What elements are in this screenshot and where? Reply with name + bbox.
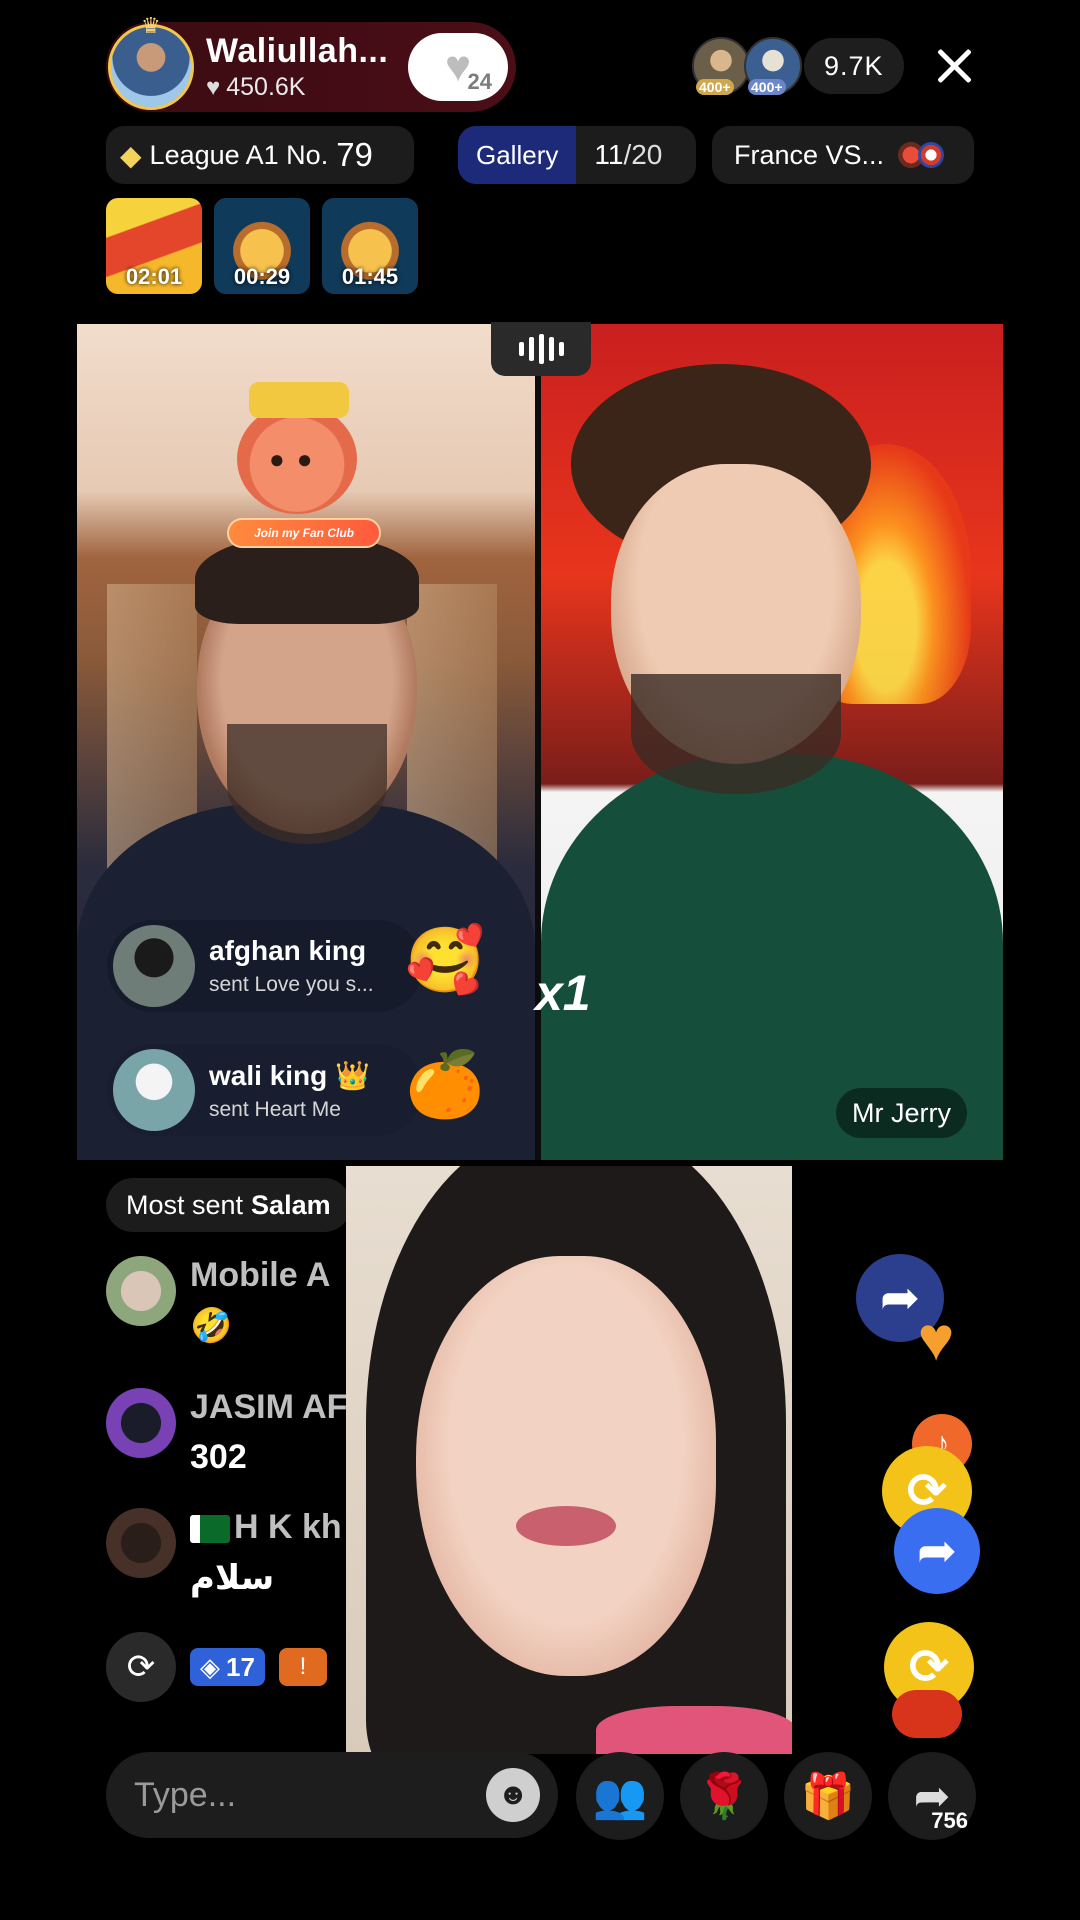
gift-sender: afghan king bbox=[209, 935, 367, 966]
guest-camera[interactable] bbox=[346, 1166, 792, 1754]
battle-area: ●● Join my Fan Club afghan king sent Lov… bbox=[77, 322, 1003, 1160]
treasure-chest[interactable]: 00:29 bbox=[214, 198, 310, 294]
gift-message: sent Heart Me bbox=[209, 1097, 341, 1121]
avatar[interactable] bbox=[106, 1256, 176, 1326]
share-button[interactable]: ➦ 756 bbox=[888, 1752, 976, 1840]
viewer-badge: 400+ bbox=[696, 79, 734, 95]
crown-icon: ♛ bbox=[141, 13, 161, 38]
comment-input[interactable] bbox=[134, 1775, 474, 1815]
gift-notification: wali king 👑 sent Heart Me 🍊 bbox=[107, 1044, 485, 1136]
heart-icon: ♥ bbox=[917, 1304, 955, 1374]
opponent-name-tag[interactable]: Mr Jerry bbox=[836, 1088, 967, 1138]
pakistan-flag-icon bbox=[190, 1515, 230, 1544]
chat-text: 🤣 bbox=[190, 1307, 233, 1345]
viewer-badge: 400+ bbox=[748, 79, 786, 95]
chat-username[interactable]: JASIM AF bbox=[190, 1388, 346, 1427]
host-likes-count: 450.6K bbox=[226, 73, 306, 101]
chat-username[interactable]: H K kh bbox=[190, 1508, 342, 1547]
fan-level-badge: ! bbox=[278, 1648, 327, 1686]
chest-timer: 02:01 bbox=[125, 264, 183, 289]
diamond-icon: ◆ bbox=[120, 139, 142, 171]
comment-box[interactable]: ☻ bbox=[106, 1752, 558, 1838]
team-flag-icon bbox=[918, 142, 945, 168]
chat-text: سلام bbox=[190, 1559, 275, 1597]
gift-message: sent Love you s... bbox=[209, 973, 374, 996]
gift-icon: 🎁 bbox=[800, 1772, 856, 1821]
treasure-chest[interactable]: 01:45 bbox=[322, 198, 418, 294]
follow-fan-button[interactable]: ♥ 24 bbox=[408, 33, 508, 101]
viewer-avatar[interactable]: 400+ bbox=[692, 37, 750, 95]
most-sent-label: Most sent bbox=[126, 1189, 244, 1220]
rose-gift-button[interactable]: 🌹 bbox=[680, 1752, 768, 1840]
team-flags bbox=[898, 142, 945, 168]
hug-heart-emoji-icon: 🥰 bbox=[405, 924, 485, 996]
emoji-icon[interactable]: ☻ bbox=[486, 1768, 540, 1822]
avatar bbox=[113, 925, 195, 1007]
most-sent-banner[interactable]: Most sent Salam bbox=[106, 1178, 351, 1232]
avatar[interactable] bbox=[106, 1388, 176, 1458]
host-name: Waliullah... bbox=[206, 32, 389, 70]
heart-icon: ♥ bbox=[206, 73, 221, 101]
gift-button[interactable]: 🎁 bbox=[784, 1752, 872, 1840]
treasure-chest[interactable]: 02:01 bbox=[106, 198, 202, 294]
host-likes: ♥ 450.6K bbox=[206, 73, 388, 102]
multi-guest-button[interactable]: 👥 bbox=[576, 1752, 664, 1840]
share-icon[interactable]: ➦ bbox=[894, 1508, 980, 1594]
chat-message[interactable]: H K kh سلام bbox=[106, 1508, 346, 1628]
share-count: 756 bbox=[931, 1808, 968, 1833]
match-badge[interactable]: France VS... bbox=[712, 126, 974, 184]
gift-notification: afghan king sent Love you s... 🥰 bbox=[107, 920, 485, 1012]
league-number: 79 bbox=[336, 136, 373, 173]
join-fan-club-button[interactable]: Join my Fan Club bbox=[227, 518, 381, 548]
host-avatar[interactable]: ♛ bbox=[108, 13, 194, 110]
gallery-badge[interactable]: Gallery 11/20 bbox=[458, 126, 696, 184]
mascot-gift-icon: 🍊 bbox=[405, 1048, 485, 1120]
repost-button[interactable]: ⟳ bbox=[106, 1632, 176, 1702]
gallery-label: Gallery bbox=[458, 126, 577, 184]
chest-timer: 01:45 bbox=[341, 264, 399, 289]
host-info: Waliullah... ♥ 450.6K bbox=[206, 32, 388, 102]
diamond-icon: ◈ bbox=[200, 1651, 220, 1682]
avatar bbox=[113, 1049, 195, 1131]
match-label: France VS... bbox=[734, 139, 885, 170]
level-badge: ◈ 17 bbox=[190, 1648, 265, 1686]
chat-message[interactable]: Mobile A 🤣 bbox=[106, 1256, 346, 1376]
host-camera[interactable]: ●● Join my Fan Club afghan king sent Lov… bbox=[77, 324, 535, 1160]
avatar[interactable] bbox=[106, 1508, 176, 1578]
chest-timer: 00:29 bbox=[233, 264, 291, 289]
viewer-count[interactable]: 9.7K bbox=[804, 38, 904, 94]
repost-icon: ⟳ bbox=[126, 1648, 156, 1686]
close-button[interactable] bbox=[930, 42, 978, 90]
league-badge[interactable]: ◆ League A1 No. 79 bbox=[106, 126, 414, 184]
gallery-count: 11/20 bbox=[594, 139, 663, 170]
people-icon: 👥 bbox=[592, 1772, 648, 1821]
audio-level-icon[interactable] bbox=[491, 322, 591, 376]
host-profile-pill[interactable]: ♛ Waliullah... ♥ 450.6K ♥ 24 bbox=[106, 13, 516, 112]
chat-message[interactable]: JASIM AF 302 bbox=[106, 1388, 346, 1508]
chat-username[interactable]: Mobile A bbox=[190, 1256, 330, 1295]
combo-counter: x1 bbox=[535, 965, 591, 1021]
top-viewers[interactable]: 400+ 400+ 9.7K bbox=[692, 36, 904, 96]
rose-icon: 🌹 bbox=[696, 1772, 752, 1821]
viewer-avatar[interactable]: 400+ bbox=[744, 37, 802, 95]
league-label: League A1 No. bbox=[149, 139, 329, 170]
follow-count: 24 bbox=[467, 69, 492, 94]
treasure-chests: 02:01 00:29 01:45 bbox=[106, 198, 418, 294]
flame-icon bbox=[892, 1690, 962, 1738]
gift-sender: wali king 👑 bbox=[209, 1059, 370, 1091]
fan-club-mascot[interactable]: ●● bbox=[237, 382, 357, 514]
opponent-camera[interactable]: Mr Jerry bbox=[541, 324, 1003, 1160]
most-sent-gift: Salam bbox=[251, 1189, 331, 1220]
chat-text: 302 bbox=[190, 1438, 247, 1476]
user-badges: ⟳ ◈ 17 ! bbox=[106, 1632, 327, 1702]
